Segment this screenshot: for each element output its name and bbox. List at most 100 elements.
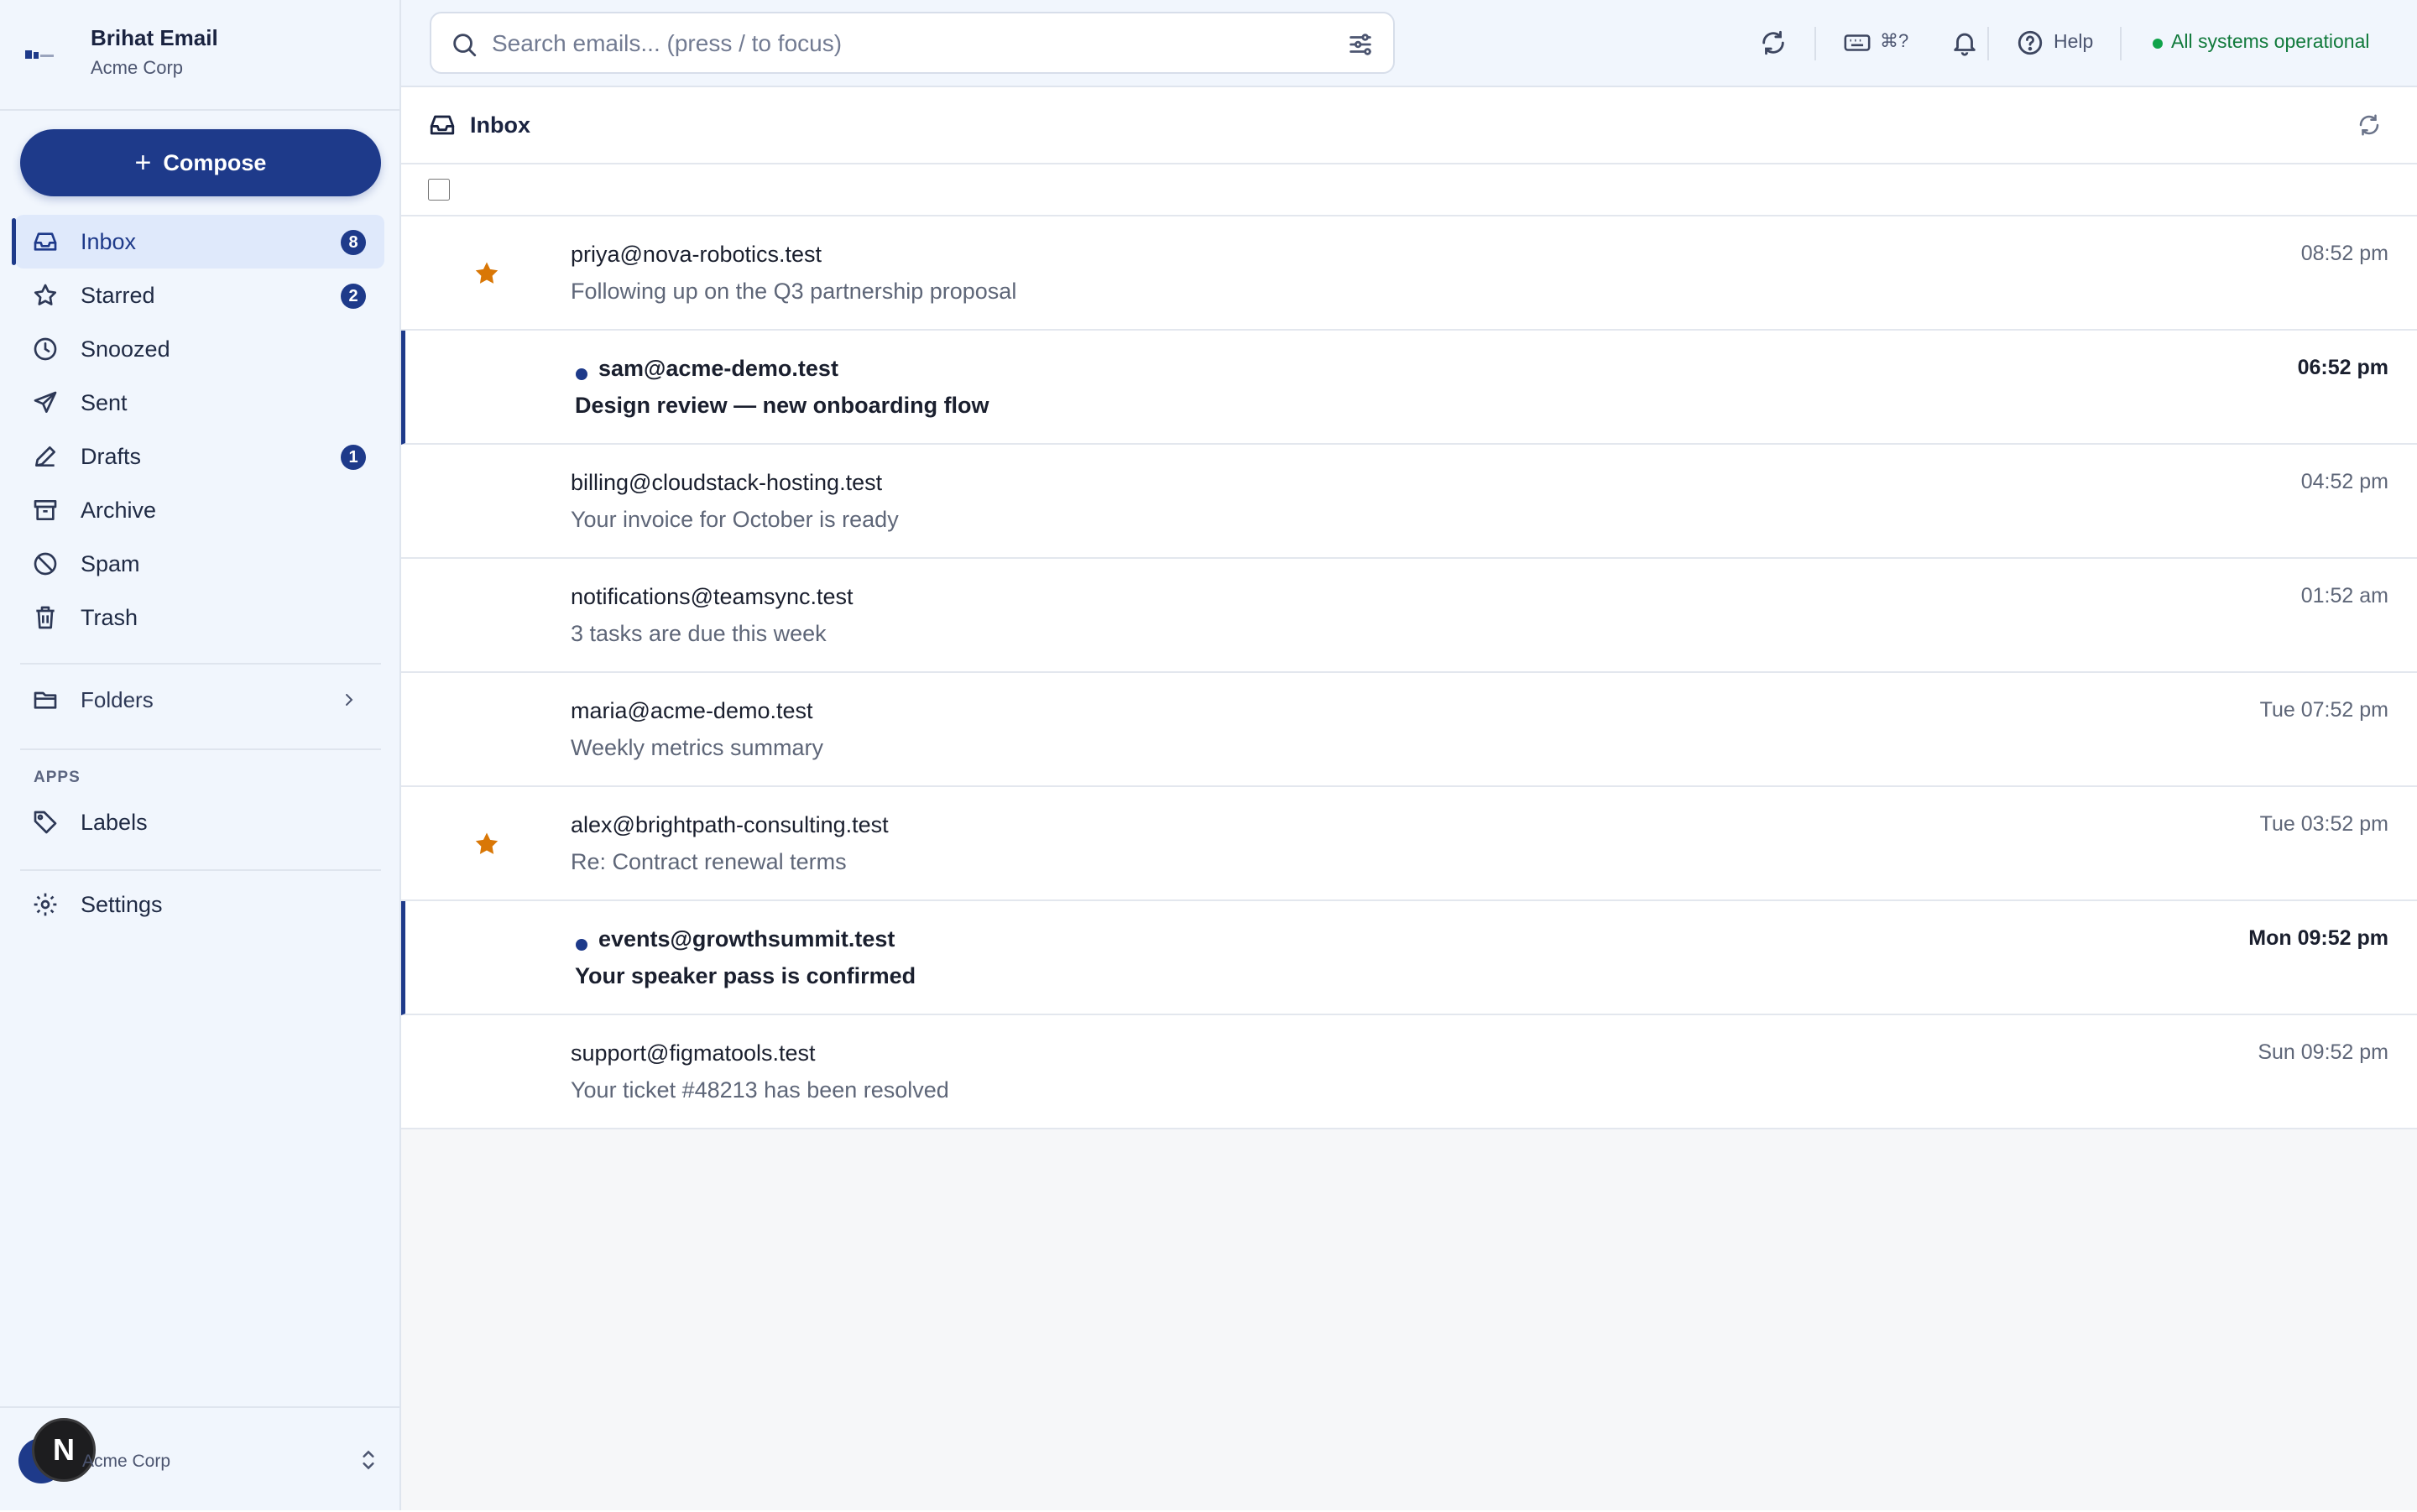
brand-org: Acme Corp [91, 57, 184, 78]
starred-count-badge: 2 [341, 284, 366, 309]
nav-item-sent[interactable]: Sent [15, 376, 384, 430]
nav-item-trash[interactable]: Trash [15, 591, 384, 644]
help-circle-icon [2018, 30, 2043, 55]
labels-label: Labels [81, 810, 148, 835]
tag-icon [34, 811, 57, 834]
email-sender: alex@brightpath-consulting.test [571, 812, 889, 837]
nav-item-starred[interactable]: Starred 2 [15, 269, 384, 322]
email-time: 06:52 pm [2297, 356, 2388, 379]
email-time: Sun 09:52 pm [2258, 1040, 2388, 1064]
nav-item-archive[interactable]: Archive [15, 483, 384, 537]
brand-logo-icon [25, 50, 54, 59]
email-time: 04:52 pm [2300, 470, 2388, 493]
nav-label: Starred [81, 283, 155, 308]
status-dot [2153, 39, 2163, 49]
email-sender: support@figmatools.test [571, 1040, 816, 1066]
trash-icon [36, 606, 55, 629]
folder-icon [34, 691, 57, 709]
email-time: Tue 03:52 pm [2259, 812, 2388, 836]
filter-sliders-icon[interactable] [1346, 30, 1375, 59]
ban-icon [34, 552, 57, 576]
nav-item-settings[interactable]: Settings [15, 878, 384, 931]
email-subject: Your invoice for October is ready [571, 507, 899, 532]
email-subject: 3 tasks are due this week [571, 621, 827, 646]
email-sender: maria@acme-demo.test [571, 698, 813, 723]
email-row[interactable]: billing@cloudstack-hosting.test Your inv… [401, 445, 2417, 559]
toolbar-divider [1814, 27, 1816, 60]
nav-item-snoozed[interactable]: Snoozed [15, 322, 384, 376]
nav-label: Spam [81, 551, 140, 576]
email-row[interactable]: sam@acme-demo.test Design review — new o… [401, 331, 2417, 445]
email-subject: Design review — new onboarding flow [575, 393, 989, 418]
search-input[interactable] [490, 25, 1316, 62]
email-row[interactable]: support@figmatools.test Your ticket #482… [401, 1015, 2417, 1129]
nav-item-drafts[interactable]: Drafts 1 [15, 430, 384, 483]
email-time: Tue 07:52 pm [2259, 698, 2388, 722]
keyboard-icon[interactable] [1843, 29, 1871, 57]
user-avatar[interactable]: N [32, 1418, 96, 1482]
star-filled-icon[interactable] [472, 258, 502, 289]
search-icon [453, 34, 477, 57]
compose-label: Compose [163, 149, 267, 175]
email-row[interactable]: alex@brightpath-consulting.test Re: Cont… [401, 787, 2417, 901]
email-subject: Your speaker pass is confirmed [575, 963, 916, 988]
clock-icon [34, 337, 57, 361]
email-row[interactable]: events@growthsummit.test Your speaker pa… [401, 901, 2417, 1015]
email-sender: notifications@teamsync.test [571, 584, 854, 609]
email-row[interactable]: maria@acme-demo.test Weekly metrics summ… [401, 673, 2417, 787]
inbox-icon [34, 232, 57, 251]
unread-count-badge: 8 [341, 230, 366, 255]
divider [20, 748, 381, 750]
email-subject: Re: Contract renewal terms [571, 849, 847, 874]
nav-item-spam[interactable]: Spam [15, 537, 384, 591]
bulk-select-bar [401, 164, 2417, 216]
email-sender: sam@acme-demo.test [598, 356, 838, 381]
account-switcher[interactable]: N Acme Corp [0, 1406, 399, 1512]
email-subject: Weekly metrics summary [571, 735, 824, 760]
drafts-count-badge: 1 [341, 445, 366, 470]
toolbar-divider [2120, 27, 2122, 60]
refresh-icon[interactable] [1759, 29, 1788, 57]
folders-label: Folders [81, 687, 154, 712]
folders-toggle[interactable]: Folders [15, 673, 384, 727]
unread-dot [576, 939, 587, 951]
email-row[interactable]: priya@nova-robotics.test Following up on… [401, 216, 2417, 331]
star-icon [34, 284, 57, 305]
shortcuts-label[interactable]: ⌘? [1880, 30, 1908, 52]
email-time: 08:52 pm [2300, 242, 2388, 265]
list-header: Inbox [401, 87, 2417, 164]
email-row[interactable]: notifications@teamsync.test 3 tasks are … [401, 559, 2417, 673]
help-label: Help [2054, 30, 2094, 52]
brand-title: Brihat Email [91, 25, 218, 50]
email-time: 01:52 am [2300, 584, 2388, 607]
search-box[interactable] [430, 12, 1395, 74]
plus-icon: + [134, 147, 152, 179]
pencil-icon [35, 446, 55, 467]
mail-list-pane: Inbox priya@nova-robotics.test Following… [401, 87, 2417, 1510]
divider [20, 663, 381, 665]
bell-icon[interactable] [1950, 29, 1979, 57]
mailbox-nav: Inbox 8 Starred 2 Snoozed Sent Drafts 1 … [0, 215, 399, 644]
email-time: Mon 09:52 pm [2248, 926, 2388, 950]
gear-icon [34, 893, 57, 916]
nav-label: Snoozed [81, 336, 170, 362]
nav-label: Drafts [81, 444, 142, 469]
chevron-up-down-icon [363, 1450, 374, 1470]
send-icon [34, 391, 57, 413]
nav-label: Trash [81, 605, 138, 630]
email-sender: events@growthsummit.test [598, 926, 895, 952]
nav-item-labels[interactable]: Labels [15, 795, 384, 849]
nav-item-inbox[interactable]: Inbox 8 [12, 215, 384, 269]
page-title: Inbox [470, 112, 530, 138]
chevron-right-icon [346, 694, 353, 706]
brand-header: Brihat Email Acme Corp [0, 0, 399, 111]
email-subject: Following up on the Q3 partnership propo… [571, 279, 1017, 304]
email-sender: priya@nova-robotics.test [571, 242, 822, 267]
nav-label: Inbox [81, 229, 137, 254]
select-all-checkbox[interactable] [428, 179, 450, 201]
divider [20, 869, 381, 871]
compose-button[interactable]: + Compose [20, 129, 381, 196]
toolbar-divider [1987, 27, 1989, 60]
refresh-list-icon[interactable] [2357, 112, 2382, 138]
star-filled-icon[interactable] [472, 829, 502, 859]
